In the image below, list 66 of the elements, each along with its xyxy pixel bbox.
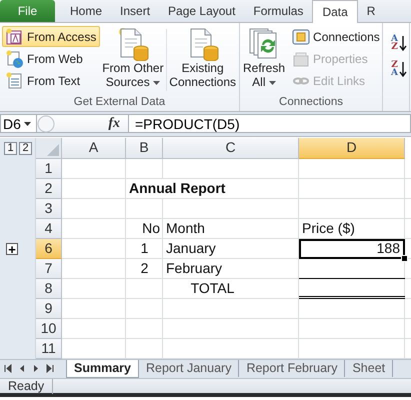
- ribbon-button[interactable]: From Other Sources: [100, 25, 166, 95]
- table-cell-text: Price ($): [301, 219, 356, 238]
- status-text: Ready: [0, 378, 54, 394]
- row-header[interactable]: 11: [36, 339, 62, 359]
- active-cell[interactable]: 188: [299, 239, 405, 259]
- ribbon-button[interactable]: From Access: [2, 26, 100, 47]
- select-all-icon: [47, 144, 59, 156]
- next-sheet-icon[interactable]: [32, 364, 40, 373]
- caret-icon: [268, 80, 276, 85]
- table-cell: Annual Report: [126, 179, 228, 198]
- connections-icon: [292, 28, 310, 46]
- row-header[interactable]: 3: [36, 199, 62, 219]
- last-sheet-icon[interactable]: [46, 364, 54, 373]
- expand-button[interactable]: +: [6, 243, 18, 255]
- down-arrow-icon: [398, 62, 407, 76]
- column-header[interactable]: A: [62, 138, 126, 159]
- table-cell-text: January: [165, 239, 217, 258]
- name-box[interactable]: D6: [0, 114, 36, 133]
- table-cell-text: 2: [140, 259, 150, 278]
- properties-icon: [292, 50, 310, 68]
- text-file-icon: [6, 72, 24, 90]
- column-header[interactable]: D: [299, 138, 405, 159]
- outline-level-button[interactable]: 1: [4, 142, 17, 155]
- ribbon-button[interactable]: Refresh All: [242, 25, 286, 95]
- caret-icon: [153, 80, 160, 85]
- ribbon-button[interactable]: Existing Connections: [168, 25, 237, 95]
- sort-button[interactable]: Z A: [391, 61, 407, 77]
- dropdown-arrow-icon: [24, 122, 31, 126]
- function-button[interactable]: fx: [108, 116, 120, 132]
- ribbon-button[interactable]: From Text: [2, 70, 100, 91]
- row-header[interactable]: 9: [36, 299, 62, 319]
- group-label: Get External Data: [72, 95, 166, 110]
- row-header[interactable]: 8: [36, 279, 62, 299]
- row-header[interactable]: 4: [36, 219, 62, 239]
- ribbon-tab[interactable]: Page Layout: [159, 0, 244, 22]
- table-cell-text: TOTAL: [190, 279, 236, 298]
- ribbon-button[interactable]: From Web: [2, 48, 100, 69]
- round-handle-icon: [37, 114, 55, 132]
- outline-level-button[interactable]: 2: [19, 142, 32, 155]
- column-header[interactable]: C: [163, 138, 299, 159]
- ribbon-tab[interactable]: Insert: [111, 0, 160, 22]
- group-label: Connections: [278, 95, 344, 110]
- row-header[interactable]: 6: [36, 239, 62, 259]
- down-arrow-icon: [398, 36, 407, 50]
- previous-sheet-icon[interactable]: [18, 364, 26, 373]
- table-cell-text: No: [141, 219, 161, 238]
- table-cell-text: February: [165, 259, 224, 278]
- ribbon-tab[interactable]: Home: [61, 0, 112, 22]
- first-sheet-icon[interactable]: [4, 364, 12, 373]
- sheet-tab[interactable]: Summary: [66, 360, 139, 378]
- row-header[interactable]: 10: [36, 319, 62, 339]
- row-header[interactable]: 7: [36, 259, 62, 279]
- row-header[interactable]: 1: [36, 159, 62, 179]
- ribbon-button[interactable]: Connections: [288, 26, 384, 47]
- fill-handle[interactable]: [401, 255, 408, 262]
- ribbon-tab[interactable]: Formulas: [244, 0, 312, 22]
- formula-field[interactable]: =PRODUCT(D5): [129, 114, 411, 133]
- row-header[interactable]: 2: [36, 179, 62, 199]
- ribbon-tab[interactable]: R: [358, 0, 384, 22]
- column-header[interactable]: B: [126, 138, 163, 159]
- sort-button[interactable]: A Z: [391, 35, 407, 51]
- table-cell-text: 1: [140, 239, 150, 258]
- file-tab[interactable]: File: [0, 0, 55, 22]
- table-cell-text: Month: [165, 219, 206, 238]
- globe-page-icon: [6, 50, 24, 68]
- ribbon-tab[interactable]: Data: [312, 0, 358, 23]
